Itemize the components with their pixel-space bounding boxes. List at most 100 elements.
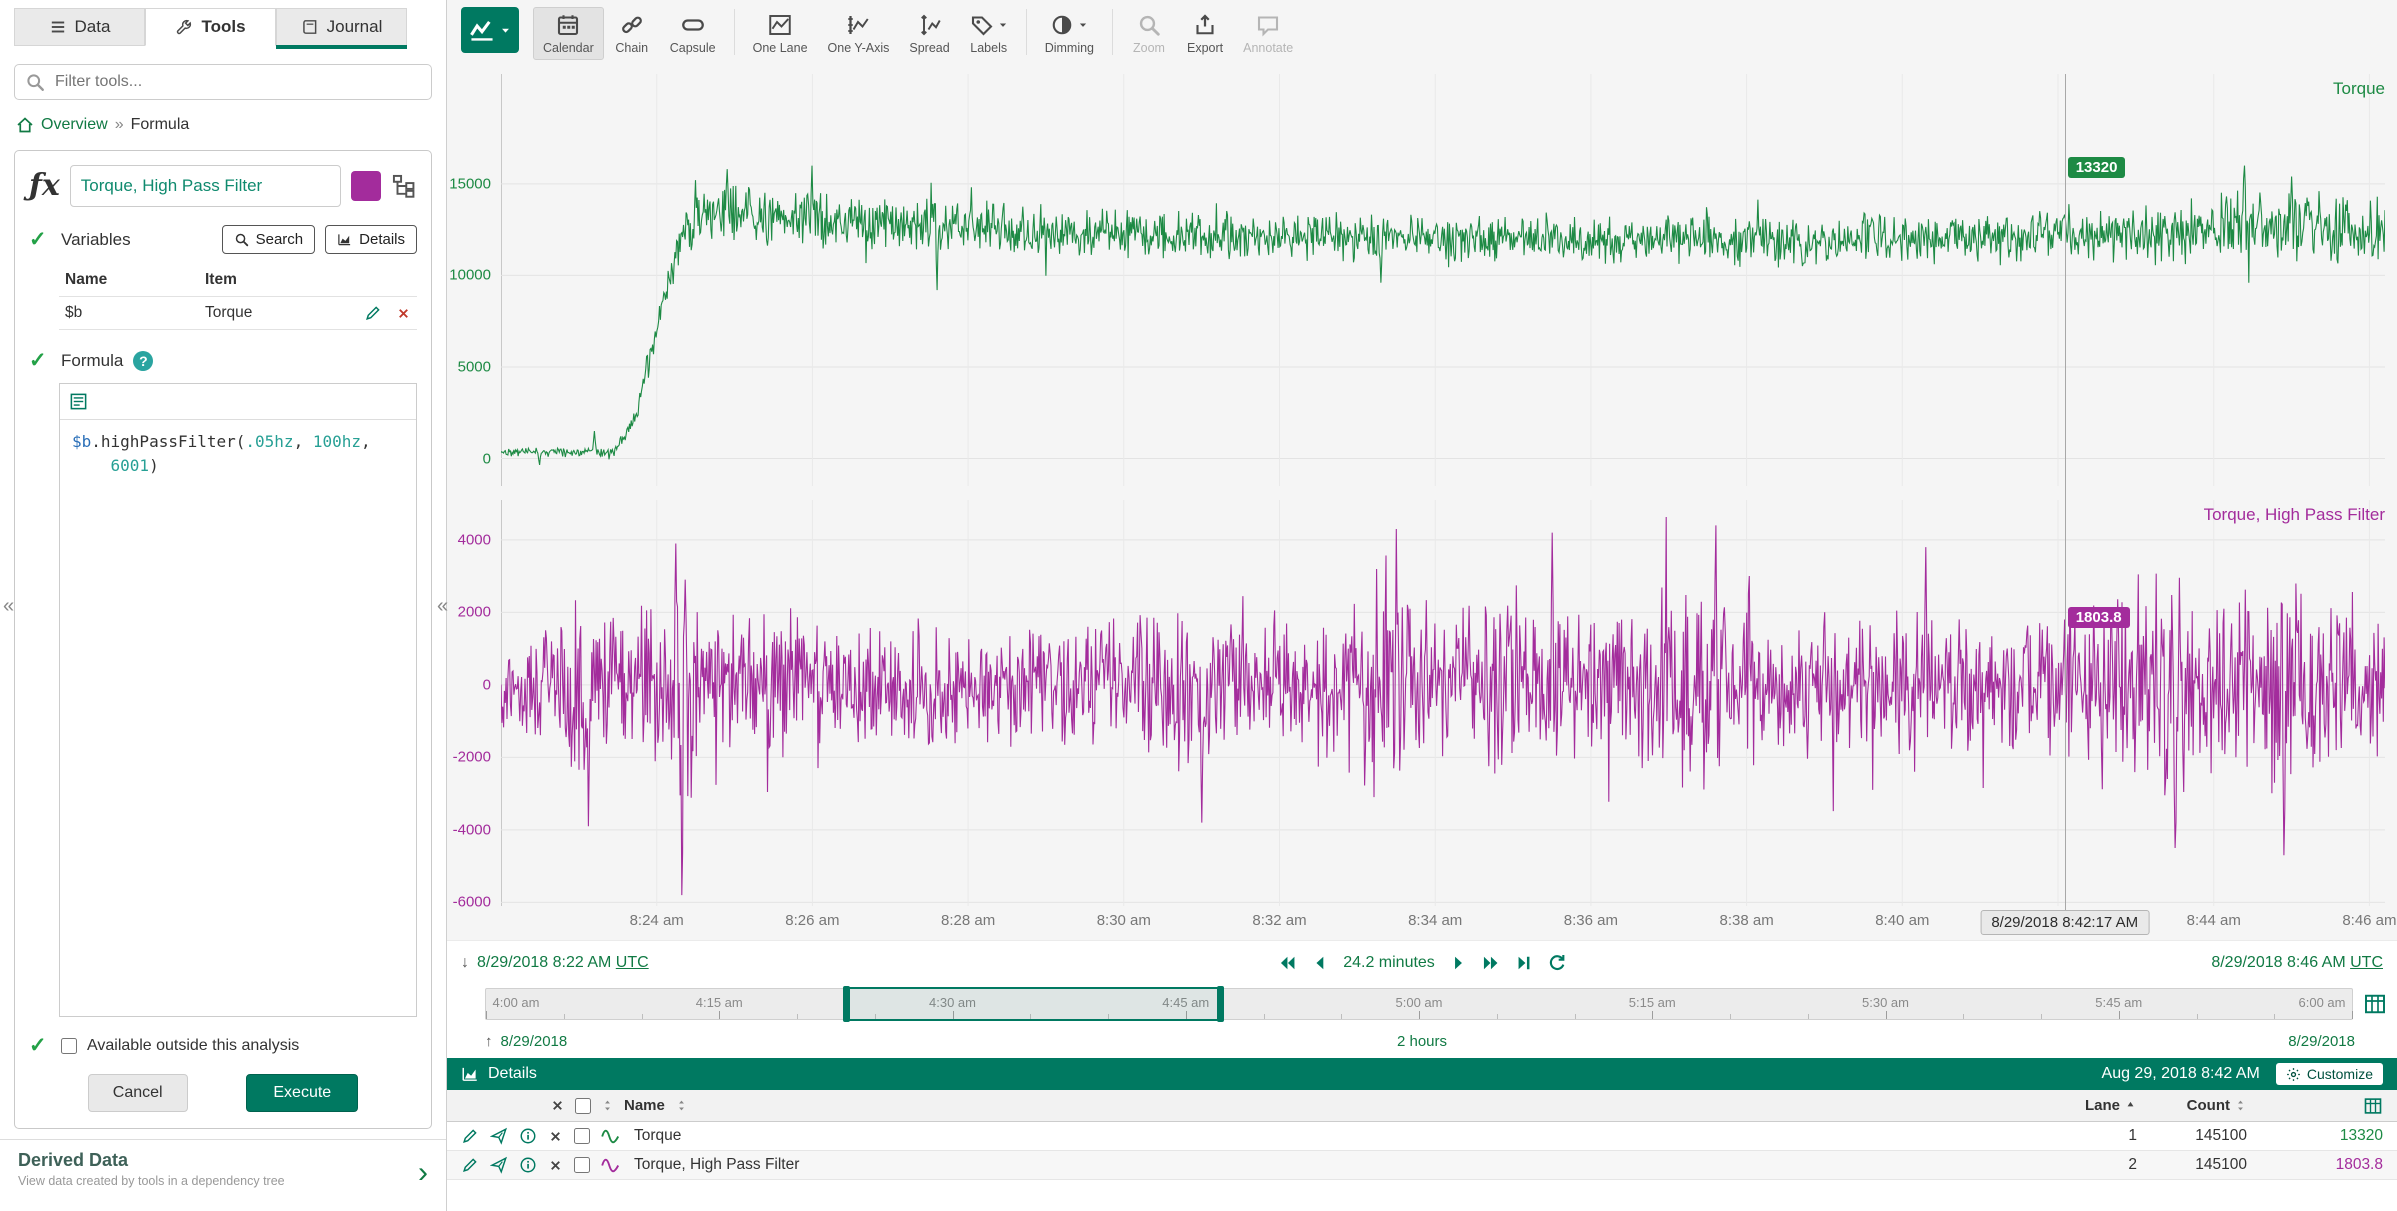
signal-name[interactable]: Torque	[634, 1127, 681, 1145]
color-swatch[interactable]	[351, 171, 381, 201]
code-token: ,	[361, 432, 371, 451]
scrubber-track[interactable]: 4:00 am4:15 am4:30 am4:45 am5:00 am5:15 …	[485, 988, 2353, 1020]
scrubber-tick	[1963, 1014, 1964, 1019]
column-chooser-icon	[2363, 1096, 2383, 1116]
customize-button[interactable]: Customize	[2276, 1063, 2383, 1085]
scrubber-tick	[1730, 1014, 1731, 1019]
formula-code-area[interactable]: $b.highPassFilter(.05hz, 100hz, 6001)	[60, 420, 416, 1016]
scrubber-selected-window[interactable]	[846, 987, 1221, 1021]
row-checkbox[interactable]	[574, 1157, 590, 1173]
signal-wave-icon	[601, 1127, 620, 1146]
column-chooser-icon[interactable]	[2363, 1096, 2383, 1116]
tab-data[interactable]: Data	[14, 8, 145, 46]
x-axis-label: 8:38 am	[1702, 912, 1792, 929]
sort-icon[interactable]	[601, 1099, 614, 1112]
scrubber-tick	[1497, 1014, 1498, 1019]
check-icon: ✓	[29, 1033, 51, 1058]
send-item-button[interactable]	[490, 1127, 508, 1145]
scrubber-duration-label[interactable]: 2 hours	[1397, 1033, 1447, 1050]
filter-tools-input[interactable]	[14, 64, 432, 100]
home-icon[interactable]	[16, 116, 34, 134]
x-axis-label: 8:28 am	[923, 912, 1013, 929]
code-token: $b	[72, 432, 91, 451]
caret-down-icon	[1078, 20, 1088, 30]
available-outside-checkbox[interactable]	[61, 1038, 77, 1054]
edit-item-button[interactable]	[461, 1156, 479, 1174]
refresh-icon[interactable]	[1547, 953, 1567, 973]
toolbar-item-capsule[interactable]: Capsule	[660, 7, 726, 60]
cancel-button[interactable]: Cancel	[88, 1074, 188, 1112]
range-end-link[interactable]: 8/29/2018 8:46 AM UTC	[2211, 954, 2383, 972]
y-axis-label: -6000	[453, 894, 491, 911]
pencil-icon[interactable]	[364, 304, 382, 322]
tab-tools[interactable]: Tools	[145, 8, 276, 46]
timebar-table-icon[interactable]	[2363, 992, 2387, 1016]
send-item-button[interactable]	[490, 1156, 508, 1174]
trend-view-button[interactable]	[461, 7, 519, 53]
toolbar-item-one-y-axis[interactable]: One Y-Axis	[818, 7, 900, 60]
remove-item-button[interactable]	[548, 1129, 563, 1144]
search-button[interactable]: Search	[222, 225, 316, 254]
details-button[interactable]: Details	[325, 225, 417, 254]
sort-icon[interactable]	[675, 1099, 688, 1112]
item-info-button[interactable]	[519, 1127, 537, 1145]
toolbar-item-labels[interactable]: Labels	[960, 7, 1018, 60]
pan-right-full-icon[interactable]	[1481, 953, 1501, 973]
select-all-checkbox[interactable]	[575, 1098, 591, 1114]
signal-name[interactable]: Torque, High Pass Filter	[634, 1156, 799, 1174]
toolbar-item-chain[interactable]: Chain	[604, 7, 660, 60]
dependency-tree-icon[interactable]	[391, 173, 417, 199]
row-checkbox[interactable]	[574, 1128, 590, 1144]
swap-range-up-icon[interactable]: ↑	[485, 1033, 493, 1050]
search-button-label: Search	[256, 231, 304, 248]
sort-icon	[601, 1099, 614, 1112]
breadcrumb-overview-link[interactable]: Overview	[41, 116, 108, 134]
toolbar-item-export[interactable]: Export	[1177, 7, 1233, 60]
scrubber-left-handle[interactable]	[843, 986, 850, 1022]
scrubber-right-handle[interactable]	[1217, 986, 1224, 1022]
range-duration-label[interactable]: 24.2 minutes	[1343, 954, 1435, 972]
item-info-button[interactable]	[519, 1156, 537, 1174]
pan-left-half-icon[interactable]	[1310, 953, 1330, 973]
derived-data-section[interactable]: Derived Data View data created by tools …	[0, 1139, 446, 1211]
wrench-icon	[175, 18, 193, 36]
delete-x-icon[interactable]	[396, 306, 411, 321]
toolbar-item-zoom: Zoom	[1121, 7, 1177, 60]
toolbar-item-one-lane[interactable]: One Lane	[743, 7, 818, 60]
step-to-now-icon[interactable]	[1514, 953, 1534, 973]
x-axis-label: 8:24 am	[612, 912, 702, 929]
edit-item-button[interactable]	[461, 1127, 479, 1145]
remove-all-icon[interactable]	[550, 1098, 565, 1113]
toolbar-item-spread[interactable]: Spread	[899, 7, 959, 60]
scrubber-end-date[interactable]: 8/29/2018	[2288, 1033, 2355, 1050]
pan-left-full-icon	[1277, 953, 1297, 973]
execute-button[interactable]: Execute	[246, 1074, 358, 1112]
range-end-text: 8/29/2018 8:46 AM	[2211, 954, 2345, 971]
lane-column-header[interactable]: Lane	[1977, 1097, 2137, 1114]
collapse-sidebar-icon[interactable]: «	[437, 595, 448, 618]
remove-item-button[interactable]	[548, 1158, 563, 1173]
trend-chart[interactable]: 150001000050000 400020000-2000-4000-6000…	[447, 66, 2397, 940]
formula-name-input[interactable]	[70, 165, 341, 207]
help-icon[interactable]: ?	[133, 351, 153, 371]
toolbar-item-calendar[interactable]: Calendar	[533, 7, 604, 60]
toolbar-item-label: Dimming	[1045, 41, 1094, 55]
chevron-right-icon[interactable]: ›	[418, 1158, 428, 1188]
toolbar-item-dimming[interactable]: Dimming	[1035, 7, 1104, 60]
count-column-header[interactable]: Count	[2137, 1097, 2247, 1114]
scrubber-start-date[interactable]: 8/29/2018	[501, 1033, 568, 1050]
pan-right-half-icon[interactable]	[1448, 953, 1468, 973]
tab-journal[interactable]: Journal	[276, 8, 407, 46]
available-outside-label: Available outside this analysis	[87, 1037, 299, 1055]
tab-journal-label: Journal	[327, 17, 383, 37]
formula-snippets-icon[interactable]	[69, 392, 88, 411]
swap-range-down-icon[interactable]: ↓	[461, 954, 469, 972]
scrubber-time-label: 5:00 am	[1396, 995, 1443, 1010]
collapse-left-panel-icon[interactable]: «	[3, 595, 14, 618]
range-start-link[interactable]: 8/29/2018 8:22 AM UTC	[477, 954, 649, 972]
name-column-header[interactable]: Name	[624, 1097, 665, 1114]
pan-left-full-icon[interactable]	[1277, 953, 1297, 973]
dependency-tree-icon	[391, 173, 417, 199]
customize-label: Customize	[2307, 1066, 2373, 1082]
time-scrubber-row: 4:00 am4:15 am4:30 am4:45 am5:00 am5:15 …	[447, 984, 2397, 1024]
